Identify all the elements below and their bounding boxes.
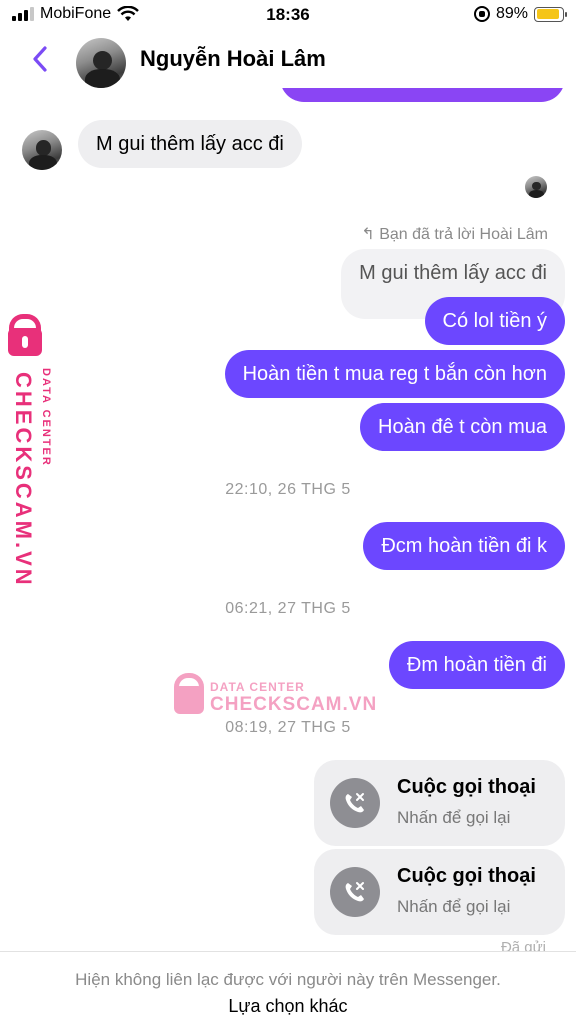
- chevron-left-icon: [33, 46, 47, 72]
- center-watermark: DATA CENTER CHECKSCAM.VN: [172, 672, 376, 718]
- message-timestamp: 08:19, 27 THG 5: [225, 719, 351, 736]
- outgoing-message[interactable]: Đcm hoàn tiền đi k: [363, 522, 565, 570]
- watermark-brand: CHECKSCAM.VN: [11, 372, 36, 588]
- call-subtitle: Nhấn để gọi lại: [397, 897, 511, 916]
- outgoing-message[interactable]: Hoàn tiền t mua reg t bắn còn hơn: [224, 350, 565, 398]
- watermark-tagline: DATA CENTER: [210, 680, 305, 694]
- missed-call-card[interactable]: Cuộc gọi thoại Nhấn để gọi lại: [314, 849, 565, 935]
- side-watermark: CHECKSCAM.VN DATA CENTER: [4, 312, 68, 588]
- battery-icon: [534, 6, 567, 22]
- contact-avatar[interactable]: [76, 38, 126, 88]
- call-title: Cuộc gọi thoại: [397, 865, 536, 887]
- status-right: 89%: [473, 5, 567, 23]
- reply-note: ↰ Bạn đã trả lời Hoài Lâm: [361, 224, 548, 244]
- outgoing-message[interactable]: Hoàn đê t còn mua: [360, 403, 565, 451]
- missed-call-card[interactable]: Cuộc gọi thoại Nhấn để gọi lại: [314, 760, 565, 846]
- reply-arrow-icon: ↰: [361, 226, 375, 243]
- incoming-message[interactable]: M gui thêm lấy acc đi: [78, 120, 302, 168]
- lock-icon: [174, 686, 204, 714]
- message-timestamp: 22:10, 26 THG 5: [225, 481, 351, 498]
- watermark-tagline: DATA CENTER: [40, 368, 52, 467]
- call-subtitle: Nhấn để gọi lại: [397, 808, 511, 827]
- contact-name[interactable]: Nguyễn Hoài Lâm: [140, 46, 326, 72]
- back-button[interactable]: [28, 42, 52, 76]
- outgoing-message[interactable]: Đm hoàn tiền đi: [388, 641, 565, 689]
- missed-call-icon: [330, 778, 380, 828]
- orientation-lock-icon: [473, 6, 490, 22]
- status-bar: MobiFone 18:36 89%: [0, 0, 576, 30]
- missed-call-icon: [330, 867, 380, 917]
- read-receipt-avatar: [525, 176, 547, 198]
- call-title: Cuộc gọi thoại: [397, 776, 536, 798]
- sender-avatar: [22, 130, 62, 170]
- reply-note-text: Bạn đã trả lời Hoài Lâm: [379, 226, 548, 243]
- lock-icon: [8, 328, 42, 356]
- watermark-brand: CHECKSCAM.VN: [210, 694, 378, 715]
- unavailable-note: Hiện không liên lạc được với người này t…: [75, 970, 501, 989]
- unavailable-footer: Hiện không liên lạc được với người này t…: [0, 951, 576, 1024]
- battery-percent: 89%: [495, 5, 528, 22]
- conversation-header: Nguyễn Hoài Lâm: [0, 30, 576, 88]
- other-options-link[interactable]: Lựa chọn khác: [0, 996, 576, 1017]
- battery-level: [536, 9, 559, 19]
- outgoing-message[interactable]: Có lol tiền ý: [424, 297, 565, 345]
- message-timestamp: 06:21, 27 THG 5: [225, 600, 351, 617]
